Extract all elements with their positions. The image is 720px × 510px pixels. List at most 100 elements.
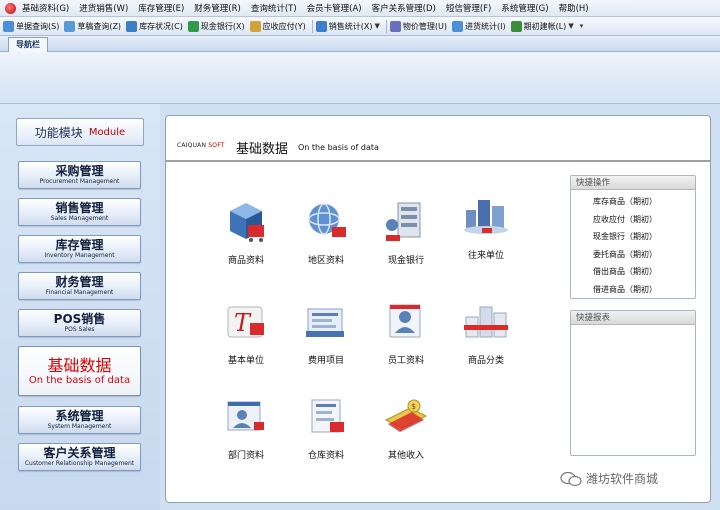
- toolbar-label: 进货统计(I): [465, 21, 506, 31]
- toolbar-separator: [311, 19, 313, 33]
- module-label-cn: 采购管理: [55, 164, 104, 178]
- chevron-down-icon[interactable]: ▼: [375, 22, 380, 30]
- menu-crm[interactable]: 客户关系管理(D): [370, 2, 444, 14]
- content-header: CAIQUAN SOFT 基础数据 On the basis of data: [166, 116, 710, 162]
- module-pos-sales-button[interactable]: POS销售 POS Sales: [18, 309, 141, 337]
- tile-label: 往来单位: [467, 251, 504, 261]
- tile-product-category[interactable]: 商品分类: [447, 291, 525, 381]
- module-crm-button[interactable]: 客户关系管理 Customer Relationship Management: [18, 443, 141, 471]
- toolbar-sales-stats-button[interactable]: 销售统计(X) ▼: [315, 20, 384, 32]
- module-label-en: Customer Relationship Management: [24, 460, 135, 467]
- tile-product-info[interactable]: 商品资料: [207, 191, 285, 281]
- tile-trading-units[interactable]: 往来单位: [447, 186, 525, 276]
- quick-op-link[interactable]: 委托商品（期初）: [593, 246, 695, 264]
- module-label-cn: 财务管理: [55, 275, 104, 289]
- quick-op-link[interactable]: 借出商品（期初）: [593, 263, 695, 281]
- toolbar-label: 期初建帐(L): [523, 21, 567, 31]
- quick-operations-title: 快捷操作: [571, 176, 695, 190]
- document-search-icon: [3, 20, 14, 32]
- page-title: 基础数据: [236, 142, 289, 157]
- tile-region-info[interactable]: 地区资料: [287, 191, 365, 281]
- module-sales-button[interactable]: 销售管理 Sales Management: [18, 198, 141, 226]
- svg-text:$: $: [411, 402, 416, 411]
- basic-data-panel: CAIQUAN SOFT 基础数据 On the basis of data 商…: [165, 115, 711, 503]
- tile-expense-items[interactable]: 费用项目: [287, 291, 365, 381]
- toolbar-purchase-stats-button[interactable]: 进货统计(I): [451, 20, 510, 32]
- menu-system[interactable]: 系统管理(G): [499, 2, 556, 14]
- toolbar-opening-accounts-button[interactable]: 期初建帐(L) ▼: [510, 20, 578, 32]
- menu-query-stats[interactable]: 查询统计(T): [249, 2, 305, 14]
- menu-sms[interactable]: 短信管理(F): [444, 2, 500, 14]
- tile-other-income[interactable]: $ 其他收入: [367, 386, 445, 476]
- brand-logo: CAIQUAN SOFT: [177, 142, 225, 149]
- menu-finance[interactable]: 财务管理(R): [192, 2, 249, 14]
- toolbar-overflow-icon[interactable]: ▾: [580, 22, 584, 30]
- tile-basic-units[interactable]: T 基本单位: [207, 291, 285, 381]
- tile-employee-info[interactable]: 员工资料: [367, 291, 445, 381]
- module-label-en: Procurement Management: [39, 178, 120, 185]
- quick-op-link[interactable]: 借进商品（期初）: [593, 281, 695, 299]
- tile-cash-bank[interactable]: 现金银行: [367, 191, 445, 281]
- toolbar-price-management-button[interactable]: 物价管理(U): [389, 20, 451, 32]
- module-label-cn: POS销售: [53, 312, 106, 326]
- watermark-text: 潍坊软件商城: [586, 472, 659, 486]
- menu-inventory[interactable]: 库存管理(E): [136, 2, 192, 14]
- quick-op-link[interactable]: 现金银行（期初）: [593, 228, 695, 246]
- tab-navigation[interactable]: 导航栏: [8, 37, 48, 52]
- cash-icon: [187, 20, 199, 32]
- module-header: 功能模块 Module: [16, 118, 144, 146]
- toolbar-stock-status-button[interactable]: 库存状况(C): [125, 20, 187, 32]
- tile-department-info[interactable]: 部门资料: [207, 386, 285, 476]
- menu-basic-info[interactable]: 基础资料(G): [20, 2, 77, 14]
- toolbar-cash-bank-button[interactable]: 现金银行(X): [187, 20, 249, 32]
- quick-operations-list: 库存商品（期初） 应收应付（期初） 现金银行（期初） 委托商品（期初） 借出商品…: [571, 190, 695, 298]
- category-buildings-icon: [464, 306, 508, 338]
- toolbar-label: 单据查询(S): [16, 21, 60, 31]
- module-basic-data-button[interactable]: 基础数据 On the basis of data: [18, 346, 141, 396]
- watermark: 潍坊软件商城: [560, 470, 658, 487]
- module-finance-button[interactable]: 财务管理 Financial Management: [18, 272, 141, 300]
- quick-op-link[interactable]: 应收应付（期初）: [593, 211, 695, 229]
- tile-label: 基本单位: [227, 356, 264, 366]
- toolbar-label: 现金银行(X): [200, 21, 245, 31]
- menu-help[interactable]: 帮助(H): [557, 2, 597, 14]
- module-label-en: Sales Management: [50, 215, 109, 222]
- module-label-en: Inventory Management: [44, 252, 115, 259]
- toolbar-receivable-payable-button[interactable]: 应收应付(Y): [249, 20, 310, 32]
- module-inventory-button[interactable]: 库存管理 Inventory Management: [18, 235, 141, 263]
- tile-label: 现金银行: [387, 256, 424, 266]
- brand-soft: SOFT: [208, 142, 225, 149]
- module-label-en: POS Sales: [64, 326, 95, 333]
- quick-op-link[interactable]: 库存商品（期初）: [593, 193, 695, 211]
- warehouse-document-icon: [311, 399, 344, 433]
- department-card-icon: [227, 401, 264, 431]
- toolbar-label: 库存状况(C): [139, 21, 183, 31]
- brand-name: CAIQUAN: [177, 142, 207, 149]
- tile-label: 仓库资料: [307, 451, 344, 461]
- svg-text:T: T: [234, 309, 252, 337]
- toolbar-bill-query-button[interactable]: 单据查询(S): [2, 20, 63, 32]
- menu-purchase-sales[interactable]: 进货销售(W): [77, 2, 136, 14]
- toolbar-label: 应收应付(Y): [262, 21, 306, 31]
- chevron-down-icon[interactable]: ▼: [568, 22, 573, 30]
- tile-label: 部门资料: [227, 451, 264, 461]
- purchase-chart-icon: [452, 20, 463, 32]
- tile-label: 商品资料: [227, 256, 264, 266]
- menu-member-card[interactable]: 会员卡管理(A): [305, 2, 370, 14]
- ribbon-area: [0, 52, 720, 104]
- money-icon: $: [384, 399, 428, 432]
- city-buildings-icon: [464, 200, 508, 234]
- module-label-en: System Management: [47, 423, 112, 430]
- toolbar-draft-query-button[interactable]: 草稿查询(Z): [63, 20, 125, 32]
- quick-reports-title: 快捷报表: [571, 311, 695, 325]
- expense-document-icon: [306, 308, 344, 337]
- quick-operations-box: 快捷操作 库存商品（期初） 应收应付（期初） 现金银行（期初） 委托商品（期初）…: [570, 175, 696, 299]
- module-panel: 功能模块 Module 采购管理 Procurement Management …: [0, 104, 160, 510]
- module-header-en: Module: [88, 126, 126, 138]
- globe-icon: [308, 203, 346, 237]
- module-system-button[interactable]: 系统管理 System Management: [18, 406, 141, 434]
- module-label-cn: 客户关系管理: [43, 446, 116, 460]
- module-procurement-button[interactable]: 采购管理 Procurement Management: [18, 161, 141, 189]
- tile-label: 地区资料: [307, 256, 344, 266]
- tile-warehouse-info[interactable]: 仓库资料: [287, 386, 365, 476]
